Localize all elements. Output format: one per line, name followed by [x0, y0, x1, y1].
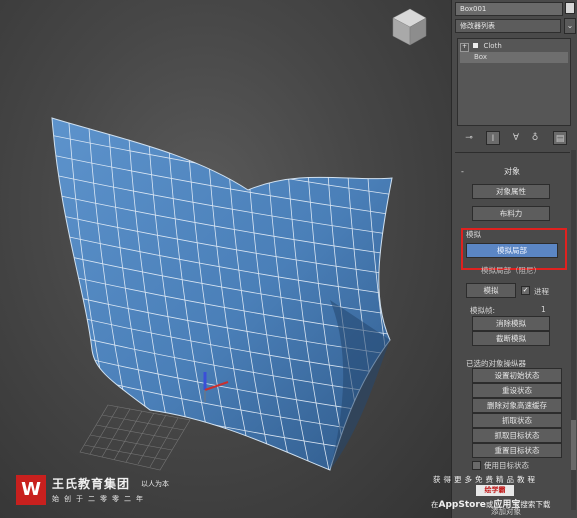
stack-item-cloth[interactable]: + Cloth [460, 41, 568, 52]
delete-object-cache-button[interactable]: 删除对象高速缓存 [472, 398, 562, 413]
watermark-founded: 始创于二零零二年 [52, 495, 148, 503]
viewcube[interactable] [392, 8, 427, 46]
scrollbar-thumb[interactable] [571, 420, 576, 470]
use-target-state-checkbox[interactable] [472, 461, 481, 470]
pin-stack-icon[interactable]: ⊸ [462, 131, 476, 145]
stack-item-label: Cloth [483, 42, 502, 50]
stack-item-label: Box [474, 53, 488, 61]
watermark-company: 王氏教育集团 [52, 477, 131, 491]
progress-checkbox[interactable]: ✓ [521, 286, 530, 295]
promo-store: AppStore [438, 500, 486, 510]
home-grid [79, 404, 191, 471]
cloth-forces-button[interactable]: 布料力 [472, 206, 550, 221]
expand-icon[interactable]: + [460, 43, 469, 52]
reset-state-button[interactable]: 重设状态 [472, 383, 562, 398]
set-initial-state-button[interactable]: 设置初始状态 [472, 368, 562, 383]
panel-scrollbar[interactable] [571, 150, 576, 510]
use-target-state-label: 使用目标状态 [484, 461, 529, 470]
remove-modifier-icon[interactable]: ♁ [528, 131, 542, 145]
sim-frame-value: 1 [541, 305, 546, 314]
progress-label: 进程 [534, 287, 549, 296]
divider [455, 152, 570, 153]
grab-target-state-button[interactable]: 抓取目标状态 [472, 428, 562, 443]
grab-state-button[interactable]: 抓取状态 [472, 413, 562, 428]
cloth-pillow-mesh[interactable] [50, 110, 410, 484]
sim-frame-label: 模拟帧: [470, 306, 496, 315]
promo-line: 获得更多免费精品教程 [433, 475, 538, 484]
chevron-down-icon[interactable]: ⌄ [564, 18, 576, 34]
rollout-collapse-icon[interactable]: - [461, 167, 464, 176]
object-color-swatch[interactable] [565, 2, 575, 14]
simulate-local-damped-button[interactable]: 模拟局部（阻尼） [481, 265, 541, 276]
stack-item-box[interactable]: Box [460, 52, 568, 63]
wangshi-logo: W [16, 475, 46, 505]
rollout-title-object[interactable]: 对象 [504, 166, 520, 177]
modifier-stack[interactable]: + Cloth Box [457, 38, 571, 126]
viewport-perspective[interactable] [0, 0, 451, 518]
watermark-slogan: 以人为本 [141, 480, 169, 488]
promo-prefix: 在 [431, 500, 439, 509]
simulate-local-button[interactable]: 模拟局部 [466, 243, 558, 258]
light-bulb-icon[interactable] [473, 43, 479, 48]
truncate-simulation-button[interactable]: 截断模拟 [472, 331, 550, 346]
erase-simulation-button[interactable]: 消除模拟 [472, 316, 550, 331]
show-end-result-icon[interactable]: Ⅰ [486, 131, 500, 145]
modifier-list-dropdown[interactable]: 修改器列表 [455, 19, 561, 33]
promo-app-badge: 绘学霸 [476, 485, 514, 496]
object-properties-button[interactable]: 对象属性 [472, 184, 550, 199]
simulate-button[interactable]: 模拟 [466, 283, 516, 298]
add-object-button[interactable]: 添加对象 [491, 506, 521, 517]
configure-sets-icon[interactable]: ▤ [553, 131, 567, 145]
make-unique-icon[interactable]: ∀ [509, 131, 523, 145]
promo-suffix: 搜索下载 [520, 500, 551, 509]
reset-target-state-button[interactable]: 重置目标状态 [472, 443, 562, 458]
viewport-scene [50, 8, 427, 484]
object-name-field[interactable]: Box001 [455, 2, 563, 16]
